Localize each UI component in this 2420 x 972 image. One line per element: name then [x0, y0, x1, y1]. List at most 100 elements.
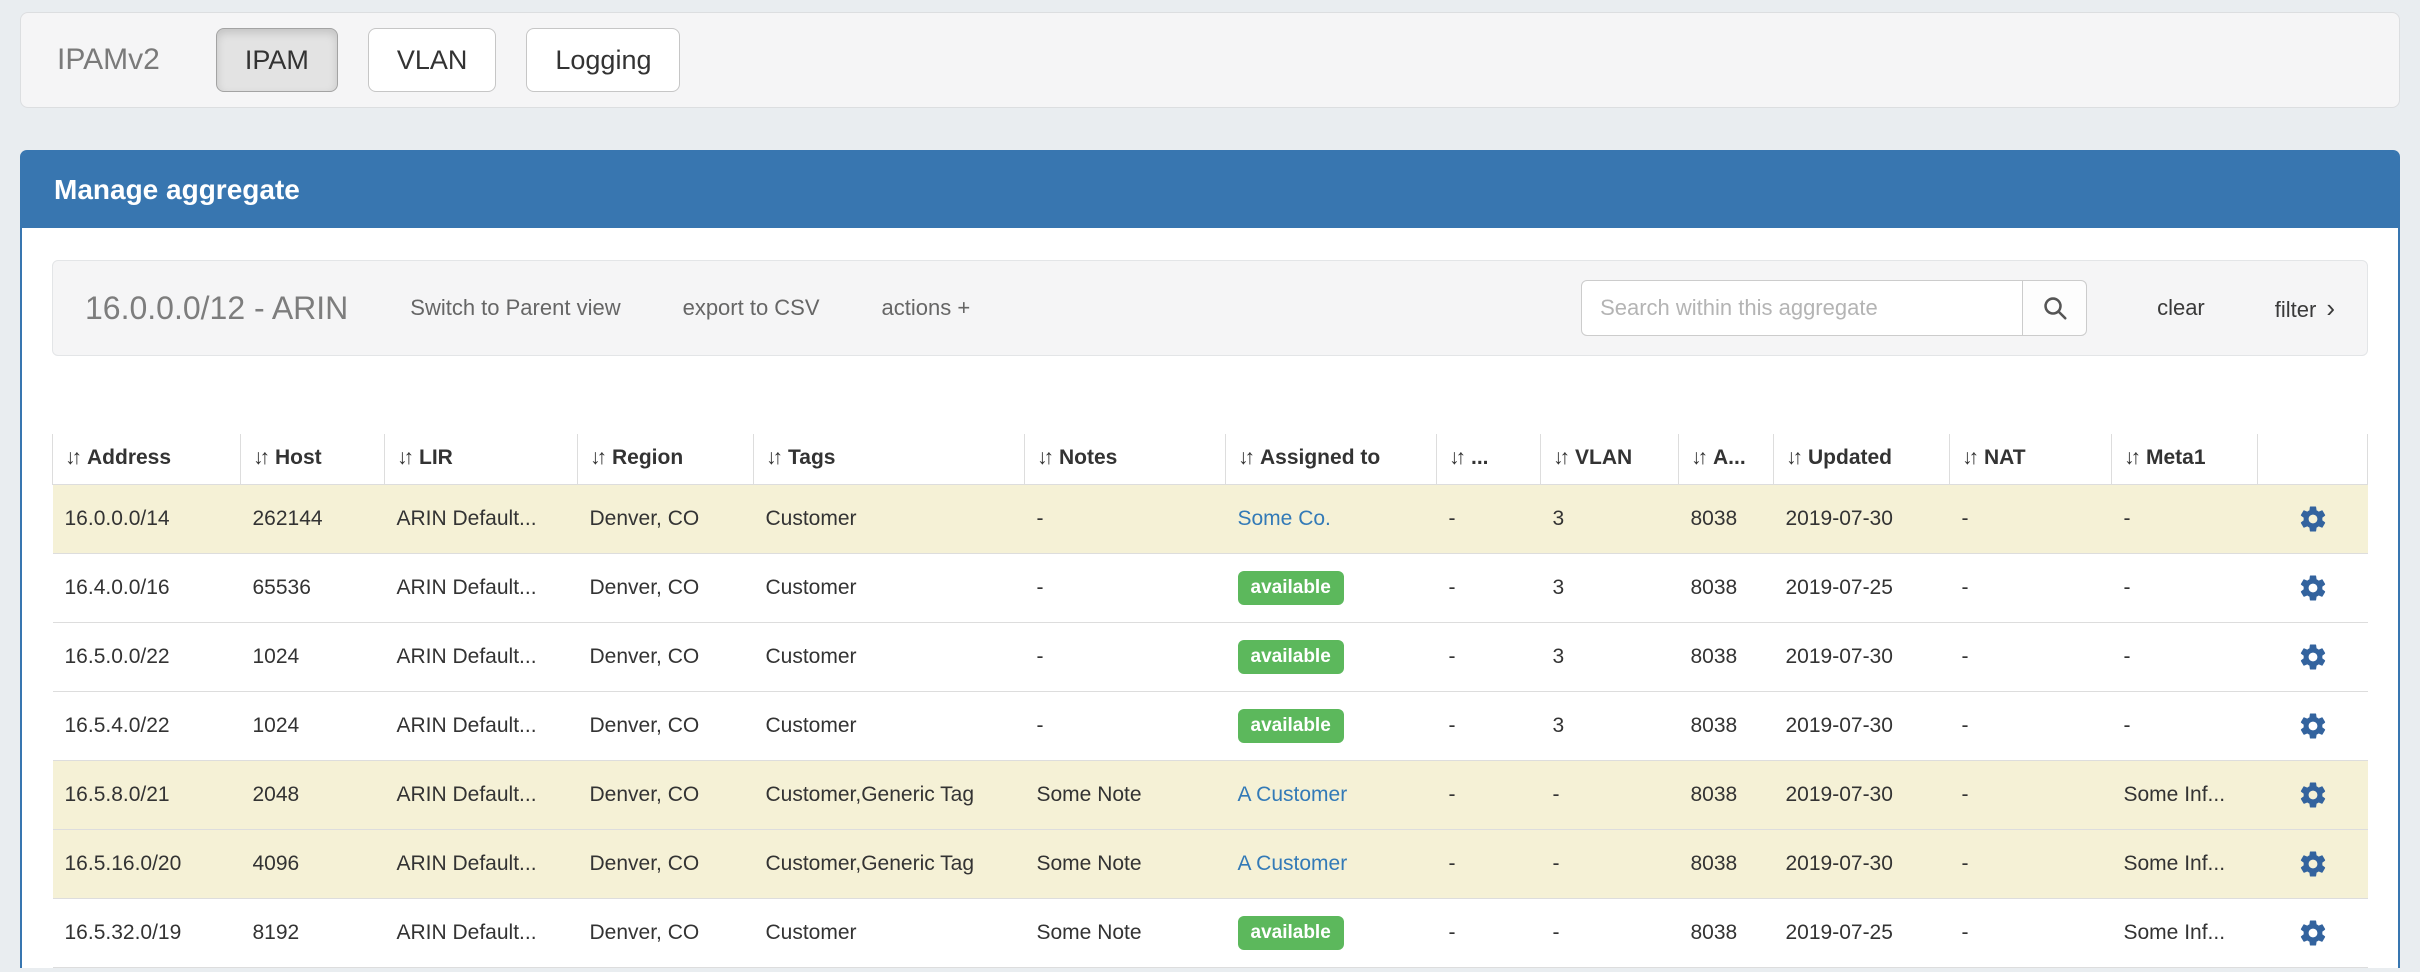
row-actions-button[interactable]: [2298, 504, 2328, 534]
col-header-vlan[interactable]: ↓↑VLAN: [1541, 434, 1679, 485]
nav-tab-logging[interactable]: Logging: [526, 28, 680, 92]
cell-address: 16.0.0.0/14: [53, 485, 241, 554]
gear-icon: [2298, 591, 2328, 606]
cell-region: Denver, CO: [578, 761, 754, 830]
gear-icon: [2298, 798, 2328, 813]
cell-tags: Customer: [754, 485, 1025, 554]
cell-assigned-to: A Customer: [1226, 830, 1437, 899]
cell-vlan: -: [1541, 830, 1679, 899]
cell-vlan: 3: [1541, 554, 1679, 623]
col-header-lir[interactable]: ↓↑LIR: [385, 434, 578, 485]
sort-icon: ↓↑: [766, 446, 779, 469]
search-input[interactable]: [1581, 280, 2023, 336]
cell-a: 8038: [1679, 899, 1774, 968]
cell-host: 1024: [241, 692, 385, 761]
cell-vlan: -: [1541, 761, 1679, 830]
cell-lir: ARIN Default...: [385, 623, 578, 692]
cell-nat: -: [1950, 761, 2112, 830]
col-header-notes[interactable]: ↓↑Notes: [1025, 434, 1226, 485]
actions-menu-link[interactable]: actions +: [882, 295, 971, 321]
cell-nat: -: [1950, 830, 2112, 899]
cell-region: Denver, CO: [578, 830, 754, 899]
gear-icon: [2298, 936, 2328, 951]
search-button[interactable]: [2023, 280, 2087, 336]
cell-address: 16.5.16.0/20: [53, 830, 241, 899]
cell-notes: Some Note: [1025, 761, 1226, 830]
status-badge: available: [1238, 916, 1344, 950]
col-header-region[interactable]: ↓↑Region: [578, 434, 754, 485]
assigned-customer-link[interactable]: Some Co.: [1238, 507, 1331, 530]
top-navbar: IPAMv2 IPAM VLAN Logging: [20, 12, 2400, 108]
filter-link[interactable]: filter ›: [2275, 293, 2335, 324]
assigned-customer-link[interactable]: A Customer: [1238, 852, 1348, 875]
switch-parent-view-link[interactable]: Switch to Parent view: [410, 295, 620, 321]
filter-link-label: filter: [2275, 297, 2317, 322]
cell-actions: [2258, 899, 2368, 968]
row-actions-button[interactable]: [2298, 780, 2328, 810]
cell-assigned-to: available: [1226, 899, 1437, 968]
cell-actions: [2258, 554, 2368, 623]
aggregate-table: ↓↑Address ↓↑Host ↓↑LIR ↓↑Region ↓↑Tags ↓…: [52, 434, 2368, 968]
cell-a: 8038: [1679, 554, 1774, 623]
sort-icon: ↓↑: [2124, 446, 2137, 469]
row-actions-button[interactable]: [2298, 711, 2328, 741]
search-icon: [2041, 294, 2069, 322]
cell-truncated: -: [1437, 830, 1541, 899]
col-header-truncated[interactable]: ↓↑...: [1437, 434, 1541, 485]
nav-tab-vlan[interactable]: VLAN: [368, 28, 497, 92]
gear-icon: [2298, 729, 2328, 744]
col-header-meta1[interactable]: ↓↑Meta1: [2112, 434, 2258, 485]
cell-address: 16.5.0.0/22: [53, 623, 241, 692]
aggregate-toolbar: 16.0.0.0/12 - ARIN Switch to Parent view…: [52, 260, 2368, 356]
cell-truncated: -: [1437, 899, 1541, 968]
cell-region: Denver, CO: [578, 554, 754, 623]
sort-icon: ↓↑: [65, 446, 78, 469]
nav-tab-ipam[interactable]: IPAM: [216, 28, 338, 92]
cell-meta1: -: [2112, 554, 2258, 623]
col-header-assigned-to[interactable]: ↓↑Assigned to: [1226, 434, 1437, 485]
table-header-row: ↓↑Address ↓↑Host ↓↑LIR ↓↑Region ↓↑Tags ↓…: [53, 434, 2368, 485]
cell-a: 8038: [1679, 485, 1774, 554]
col-header-address[interactable]: ↓↑Address: [53, 434, 241, 485]
sort-icon: ↓↑: [253, 446, 266, 469]
cell-updated: 2019-07-30: [1774, 623, 1950, 692]
gear-icon: [2298, 522, 2328, 537]
col-header-host[interactable]: ↓↑Host: [241, 434, 385, 485]
table-row: 16.4.0.0/16 65536 ARIN Default... Denver…: [53, 554, 2368, 623]
row-actions-button[interactable]: [2298, 849, 2328, 879]
clear-link[interactable]: clear: [2157, 295, 2205, 321]
app-brand: IPAMv2: [57, 43, 160, 77]
col-header-actions: [2258, 434, 2368, 485]
row-actions-button[interactable]: [2298, 918, 2328, 948]
cell-meta1: Some Inf...: [2112, 761, 2258, 830]
assigned-customer-link[interactable]: A Customer: [1238, 783, 1348, 806]
col-header-updated[interactable]: ↓↑Updated: [1774, 434, 1950, 485]
cell-meta1: -: [2112, 623, 2258, 692]
cell-host: 4096: [241, 830, 385, 899]
page: IPAMv2 IPAM VLAN Logging Manage aggregat…: [0, 0, 2420, 968]
cell-actions: [2258, 485, 2368, 554]
status-badge: available: [1238, 709, 1344, 743]
row-actions-button[interactable]: [2298, 573, 2328, 603]
col-header-tags[interactable]: ↓↑Tags: [754, 434, 1025, 485]
toolbar-left: 16.0.0.0/12 - ARIN Switch to Parent view…: [85, 290, 970, 327]
chevron-right-icon: ›: [2326, 293, 2335, 323]
cell-region: Denver, CO: [578, 692, 754, 761]
row-actions-button[interactable]: [2298, 642, 2328, 672]
col-header-a[interactable]: ↓↑A...: [1679, 434, 1774, 485]
cell-notes: -: [1025, 692, 1226, 761]
cell-tags: Customer,Generic Tag: [754, 761, 1025, 830]
cell-nat: -: [1950, 692, 2112, 761]
cell-host: 8192: [241, 899, 385, 968]
cell-meta1: -: [2112, 692, 2258, 761]
export-csv-link[interactable]: export to CSV: [683, 295, 820, 321]
cell-tags: Customer,Generic Tag: [754, 830, 1025, 899]
panel-body: 16.0.0.0/12 - ARIN Switch to Parent view…: [22, 228, 2398, 968]
col-header-nat[interactable]: ↓↑NAT: [1950, 434, 2112, 485]
panel-title: Manage aggregate: [54, 174, 300, 206]
cell-actions: [2258, 623, 2368, 692]
sort-icon: ↓↑: [1691, 446, 1704, 469]
cell-updated: 2019-07-30: [1774, 830, 1950, 899]
cell-a: 8038: [1679, 623, 1774, 692]
cell-truncated: -: [1437, 692, 1541, 761]
